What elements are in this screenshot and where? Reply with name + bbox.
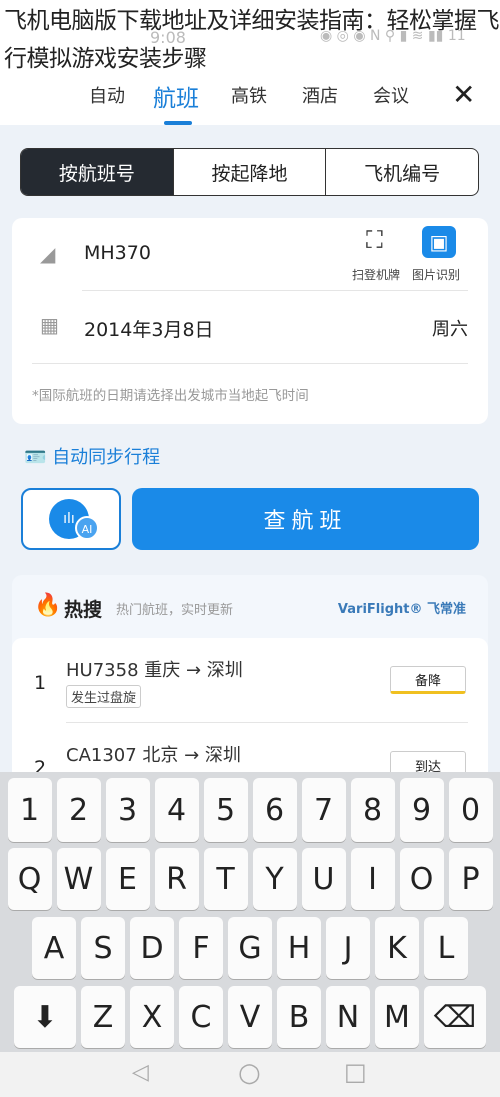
voice-ai-button[interactable]: ılı AI (21, 488, 121, 550)
close-icon[interactable]: ✕ (452, 78, 475, 111)
scan-icon[interactable]: ⛶ (366, 226, 383, 254)
key-c[interactable]: C (179, 986, 223, 1048)
list-item[interactable]: 1 HU7358 重庆 → 深圳 发生过盘旋 备降 (12, 638, 488, 723)
flight-tag: 发生过盘旋 (66, 685, 142, 708)
plane-tail-icon: ◢ (40, 242, 56, 266)
key-o[interactable]: O (399, 848, 444, 910)
scan-label[interactable]: 扫登机牌 (352, 266, 400, 283)
key-q[interactable]: Q (7, 848, 52, 910)
auto-sync-label: 自动同步行程 (52, 447, 161, 468)
key-k[interactable]: K (375, 917, 419, 979)
key-3[interactable]: 3 (105, 778, 150, 842)
key-i[interactable]: I (350, 848, 395, 910)
weekday: 周六 (432, 319, 468, 340)
key-1[interactable]: 1 (7, 778, 52, 842)
key-n[interactable]: N (326, 986, 370, 1048)
tab-hotel[interactable]: 酒店 (302, 82, 338, 108)
keyboard-row: ASDFGHJKL (0, 917, 500, 979)
key-e[interactable]: E (105, 848, 150, 910)
keyboard-row: QWERTYUIOP (0, 848, 500, 910)
auto-sync-link[interactable]: 🪪 自动同步行程 (24, 443, 160, 469)
key-t[interactable]: T (203, 848, 248, 910)
tab-auto[interactable]: 自动 (89, 82, 125, 108)
key-9[interactable]: 9 (399, 778, 444, 842)
key-4[interactable]: 4 (154, 778, 199, 842)
key-v[interactable]: V (228, 986, 272, 1048)
date-note: *国际航班的日期请选择出发城市当地起飞时间 (32, 388, 309, 404)
key-7[interactable]: 7 (301, 778, 346, 842)
hot-subtitle: 热门航班，实时更新 (116, 603, 234, 618)
search-flight-button[interactable]: 查航班 (132, 488, 479, 550)
hot-title: 热搜 (64, 599, 103, 621)
key-5[interactable]: 5 (203, 778, 248, 842)
key-d[interactable]: D (130, 917, 174, 979)
key-x[interactable]: X (130, 986, 174, 1048)
search-mode-segmented: 按航班号 按起降地 飞机编号 (20, 148, 479, 196)
segment-aircraft[interactable]: 飞机编号 (326, 149, 478, 195)
flight-number-input[interactable]: MH370 (84, 242, 151, 264)
key-z[interactable]: Z (81, 986, 125, 1048)
back-icon[interactable]: ◁ (132, 1060, 149, 1085)
key-g[interactable]: G (228, 917, 272, 979)
id-card-icon: 🪪 (24, 447, 47, 468)
key-a[interactable]: A (32, 917, 76, 979)
ai-badge: AI (75, 516, 99, 540)
tab-flight[interactable]: 航班 (153, 79, 199, 113)
keyboard: 1 2 3 4 5 6 7 8 9 0 Q W E R T Y U I O P A S D F G H J K L ⬇ Z X C V B N M ⌫ (0, 772, 500, 1052)
rank: 1 (34, 672, 47, 694)
key-y[interactable]: Y (252, 848, 297, 910)
key-f[interactable]: F (179, 917, 223, 979)
home-icon[interactable]: ○ (238, 1058, 261, 1088)
key-p[interactable]: P (448, 848, 493, 910)
key-m[interactable]: M (375, 986, 419, 1048)
overlay-title: 飞机电脑版下载地址及详细安装指南：轻松掌握飞行模拟游戏安装步骤 (4, 8, 500, 72)
key-h[interactable]: H (277, 917, 321, 979)
system-nav-bar: ◁ ○ □ (0, 1052, 500, 1097)
key-u[interactable]: U (301, 848, 346, 910)
segment-flight-number[interactable]: 按航班号 (21, 149, 174, 195)
status-badge: 备降 (390, 666, 466, 694)
recents-icon[interactable]: □ (344, 1058, 367, 1086)
key-backspace[interactable]: ⌫ (424, 986, 486, 1048)
key-8[interactable]: 8 (350, 778, 395, 842)
image-recognition-label[interactable]: 图片识别 (412, 266, 460, 283)
key-r[interactable]: R (154, 848, 199, 910)
key-w[interactable]: W (56, 848, 101, 910)
key-shift[interactable]: ⬇ (14, 986, 76, 1048)
fire-icon: 🔥 (34, 593, 62, 618)
date-input[interactable]: 2014年3月8日 (84, 315, 214, 342)
keyboard-row: ⬇ Z X C V B N M ⌫ (0, 986, 500, 1048)
key-6[interactable]: 6 (252, 778, 297, 842)
variflight-logo: VariFlight® 飞常准 (337, 602, 466, 617)
flight-route: CA1307 北京 → 深圳 (66, 745, 241, 766)
keyboard-row: 1234567890 (0, 778, 500, 842)
tab-train[interactable]: 高铁 (231, 82, 267, 108)
image-recognition-icon[interactable]: ▣ (422, 226, 456, 258)
segment-route[interactable]: 按起降地 (174, 149, 327, 195)
flight-route: HU7358 重庆 → 深圳 (66, 660, 243, 681)
active-tab-indicator (164, 121, 192, 125)
search-form-card: ◢ MH370 ⛶ 扫登机牌 ▣ 图片识别 ▦ 2014年3月8日 周六 *国际… (12, 218, 488, 424)
key-2[interactable]: 2 (56, 778, 101, 842)
key-j[interactable]: J (326, 917, 370, 979)
calendar-icon: ▦ (40, 313, 59, 337)
key-b[interactable]: B (277, 986, 321, 1048)
key-0[interactable]: 0 (448, 778, 493, 842)
tab-meeting[interactable]: 会议 (373, 82, 409, 108)
key-s[interactable]: S (81, 917, 125, 979)
key-l[interactable]: L (424, 917, 468, 979)
